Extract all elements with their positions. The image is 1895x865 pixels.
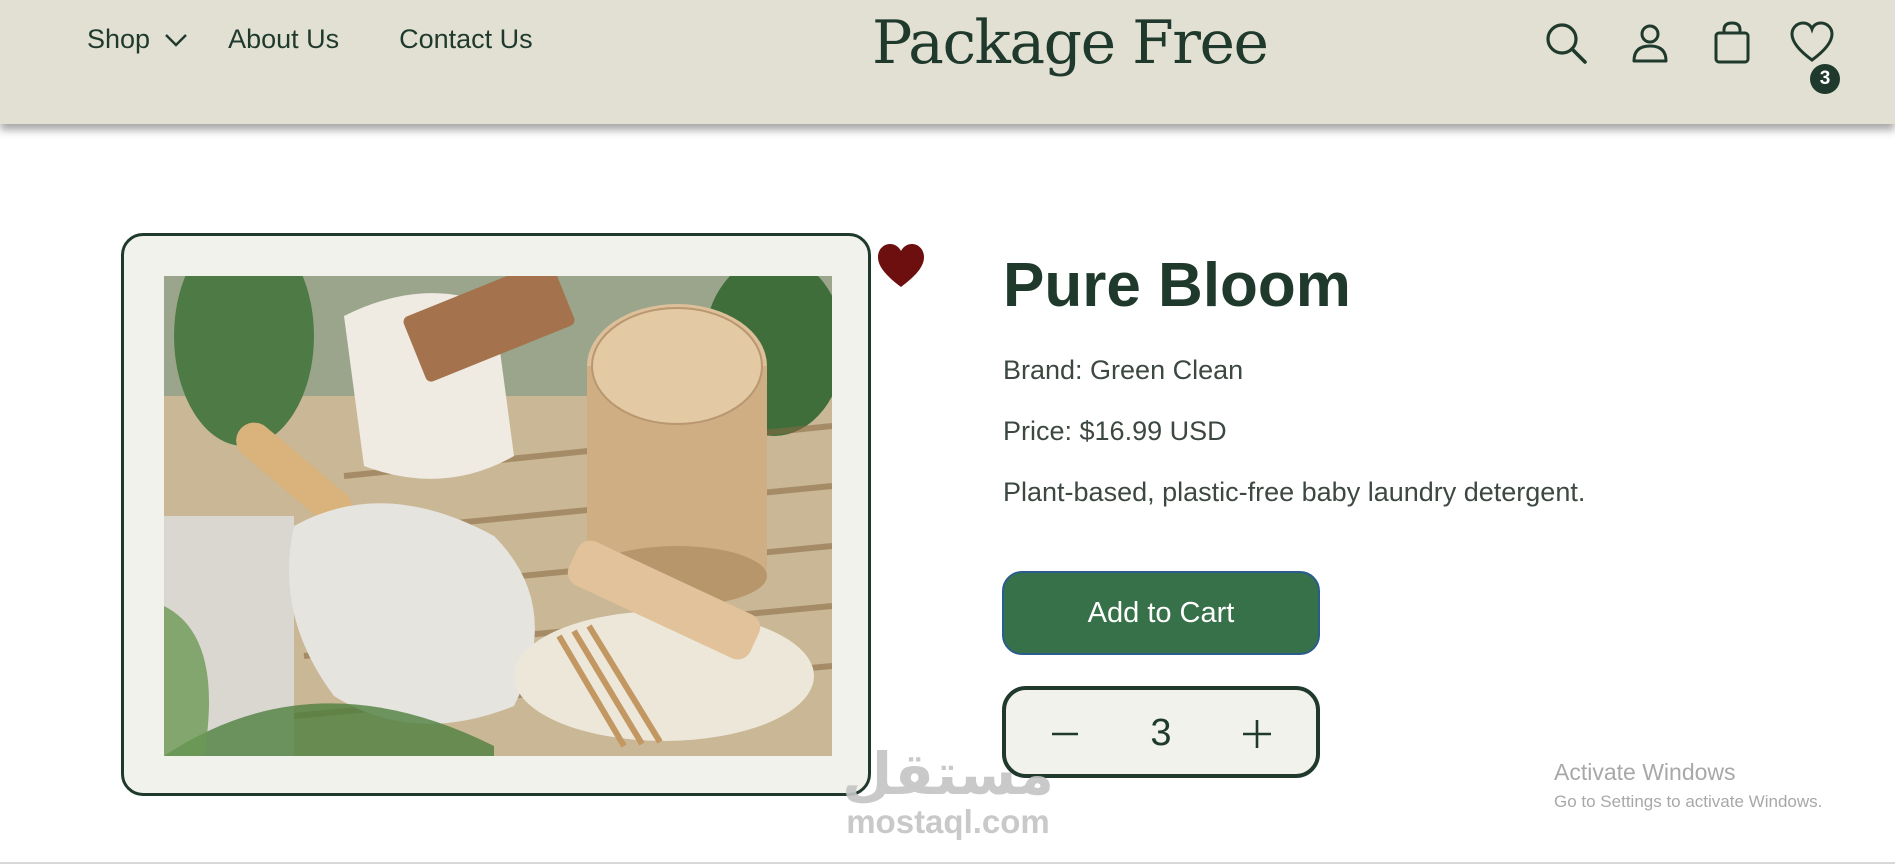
nav-about-label: About Us <box>228 24 340 54</box>
activate-windows-notice: Activate Windows Go to Settings to activ… <box>1554 759 1822 812</box>
nav-contact-us[interactable]: Contact Us <box>399 24 533 55</box>
product-image-card <box>121 233 871 796</box>
cart-button[interactable] <box>1709 20 1755 66</box>
product-title: Pure Bloom <box>1003 251 1351 320</box>
plus-icon[interactable] <box>1234 710 1278 754</box>
quantity-stepper <box>1002 686 1320 778</box>
search-button[interactable] <box>1543 20 1589 66</box>
product-photo <box>164 276 832 756</box>
activate-windows-title: Activate Windows <box>1554 759 1736 785</box>
quantity-input[interactable] <box>1106 710 1216 756</box>
wishlist-button[interactable] <box>1789 20 1835 66</box>
activate-windows-subtitle: Go to Settings to activate Windows. <box>1554 792 1823 811</box>
product-photo-graphic <box>164 276 832 756</box>
page-divider <box>0 862 1895 864</box>
site-logo[interactable]: Package Free <box>872 8 1269 78</box>
nav-contact-label: Contact Us <box>399 24 533 54</box>
account-button[interactable] <box>1627 20 1673 66</box>
product-price: Price: $16.99 USD <box>1003 416 1227 446</box>
cart-icon <box>1714 21 1750 64</box>
user-icon <box>1632 24 1668 63</box>
wishlist-count-badge: 3 <box>1810 64 1840 94</box>
minus-icon[interactable] <box>1042 710 1086 754</box>
product-description: Plant-based, plastic-free baby laundry d… <box>1003 477 1586 507</box>
nav-shop-label: Shop <box>87 24 151 54</box>
chevron-down-icon <box>165 33 187 47</box>
product-brand: Brand: Green Clean <box>1003 355 1244 385</box>
nav-shop[interactable]: Shop <box>87 24 188 55</box>
wishlist-heart-icon <box>1790 21 1834 62</box>
site-header: Shop About Us Contact Us Package Free 3 <box>0 0 1895 124</box>
watermark-site-text: mostaql.com <box>846 803 1050 840</box>
favorite-heart-icon[interactable] <box>876 242 926 288</box>
main-nav: Shop About Us Contact Us <box>87 24 533 55</box>
nav-about-us[interactable]: About Us <box>228 24 339 55</box>
search-icon <box>1546 23 1587 64</box>
add-to-cart-button[interactable]: Add to Cart <box>1002 571 1320 655</box>
